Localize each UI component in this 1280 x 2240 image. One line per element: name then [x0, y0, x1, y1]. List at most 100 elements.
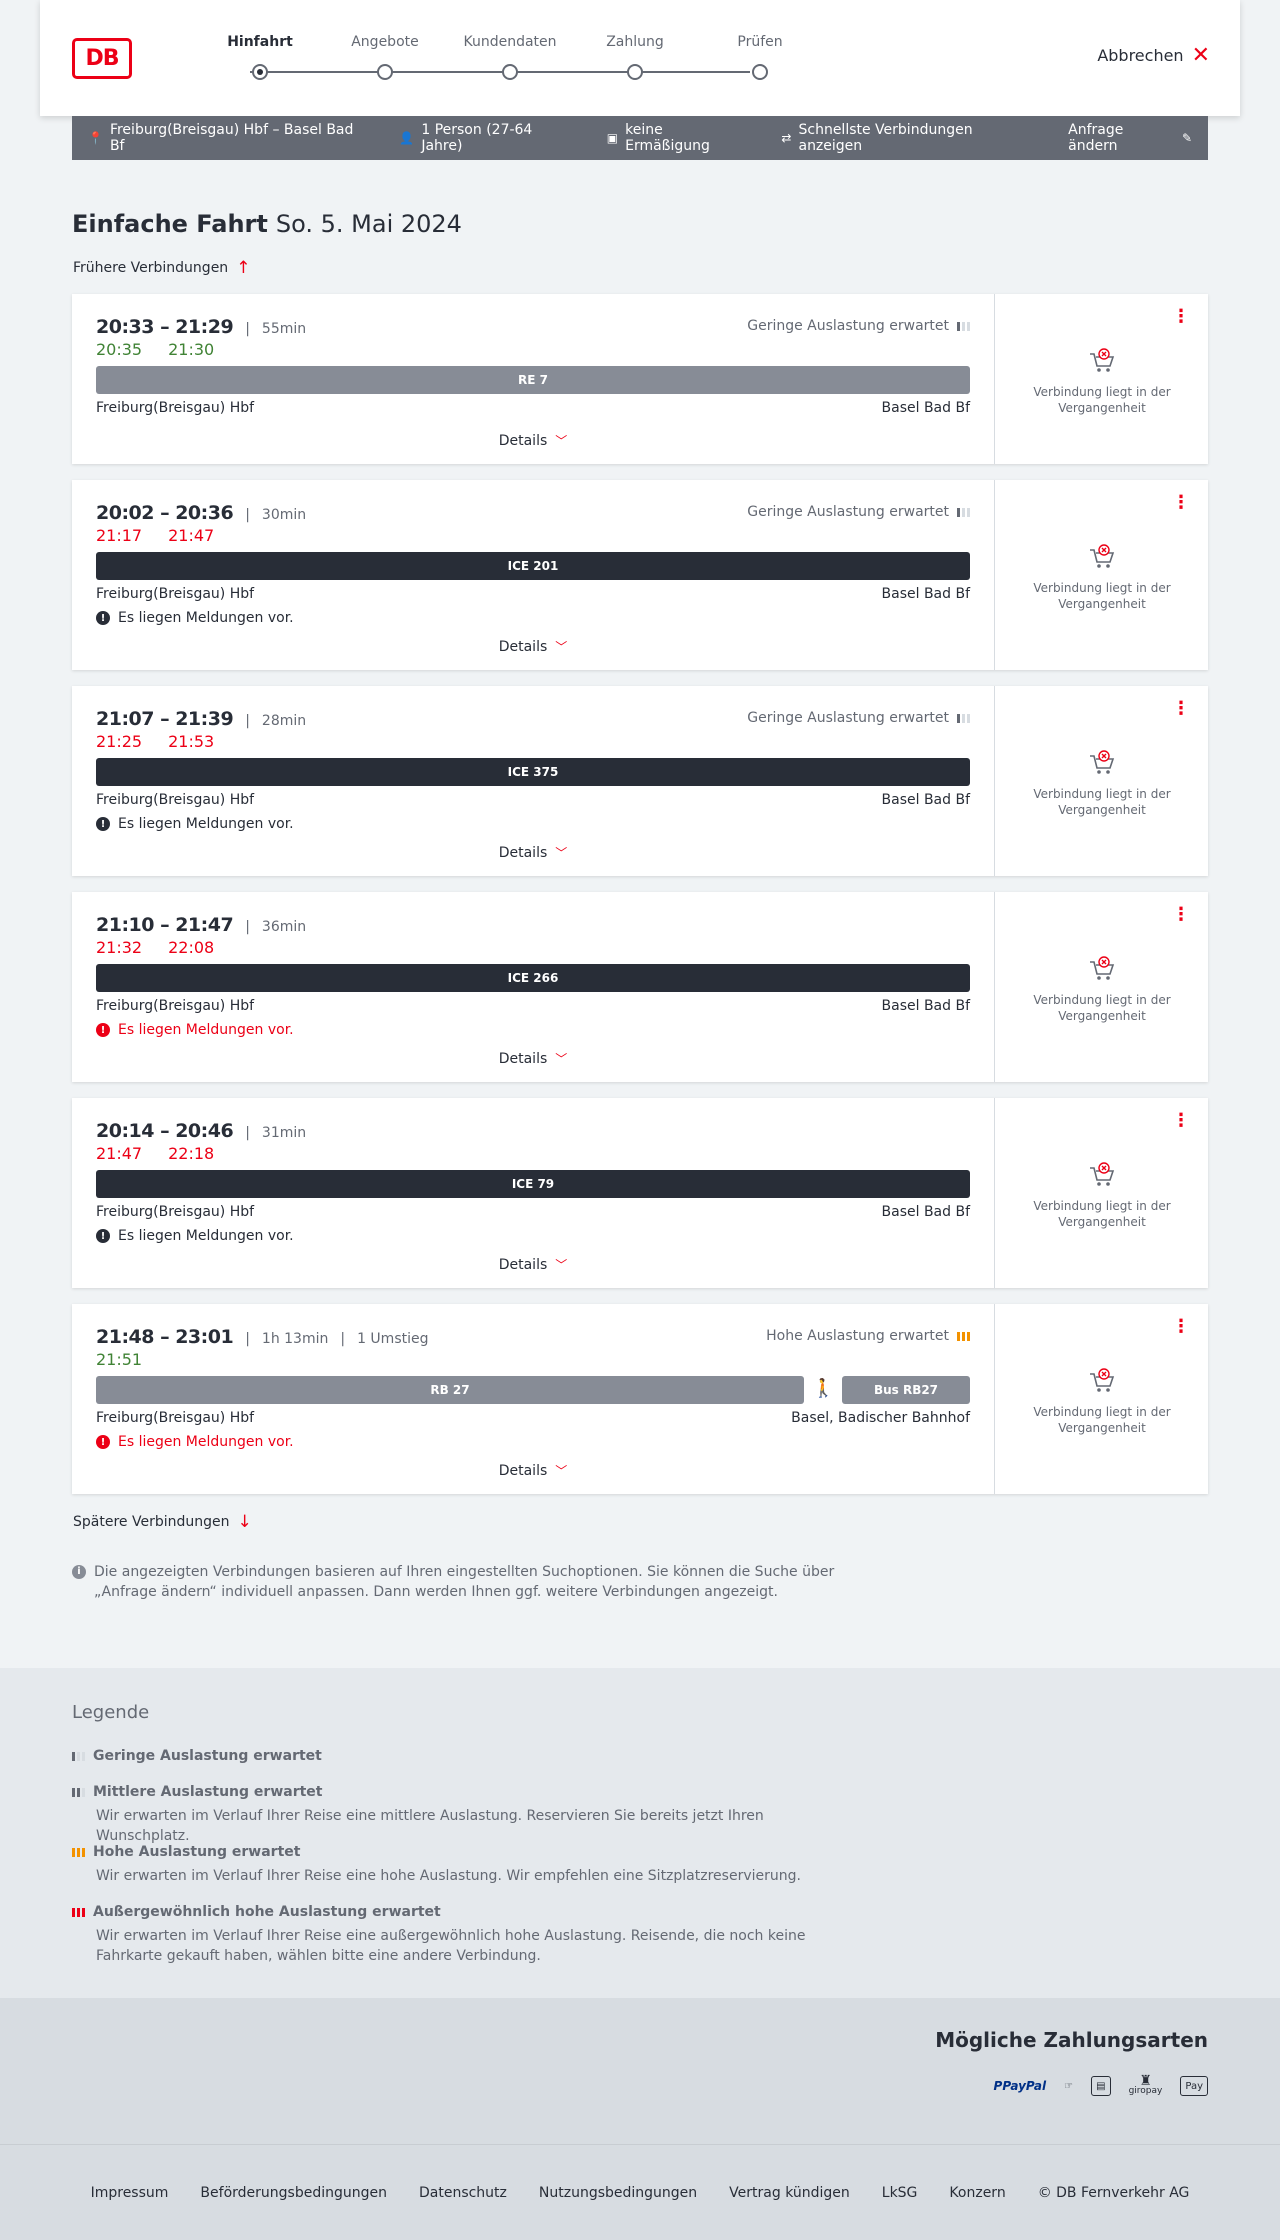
connection-times: 20:14 – 20:46 | 31min: [96, 1120, 306, 1142]
step-label: Angebote: [351, 34, 419, 50]
realtime-arrival: 21:53: [168, 732, 215, 751]
legend-item-text: Wir erwarten im Verlauf Ihrer Reise eine…: [96, 1868, 801, 1884]
giropay-label: giropay: [1128, 2086, 1163, 2096]
duration: 31min: [261, 1125, 307, 1141]
more-options-icon[interactable]: ⋮: [1172, 1112, 1190, 1130]
location-pin-icon: 📍: [88, 131, 103, 145]
more-options-icon[interactable]: ⋮: [1172, 494, 1190, 512]
past-connection-notice: Verbindung liegt in der Vergangenheit: [995, 750, 1209, 818]
footer-link-nutzungsbedingungen[interactable]: Nutzungsbedingungen: [539, 2185, 697, 2201]
apple-pay-label: Pay: [1185, 2080, 1203, 2092]
step-kundendaten[interactable]: Kundendaten: [460, 34, 560, 80]
more-options-icon[interactable]: ⋮: [1172, 308, 1190, 326]
offer-panel: ⋮ Verbindung liegt in der Vergangenheit: [994, 1304, 1208, 1494]
contactless-card-icon: ☞: [1064, 2080, 1074, 2092]
past-text: Verbindung liegt in der Vergangenheit: [1033, 1405, 1171, 1435]
footer-link-impressum[interactable]: Impressum: [91, 2185, 169, 2201]
realtime-arrival: 21:47: [168, 526, 215, 545]
details-toggle[interactable]: Details ﹀: [72, 432, 994, 449]
step-zahlung[interactable]: Zahlung: [585, 34, 685, 80]
edit-request-button[interactable]: Anfrage ändern ✎: [1068, 122, 1192, 154]
footer-link-vertrag-kuendigen[interactable]: Vertrag kündigen: [729, 2185, 850, 2201]
chevron-down-icon: ﹀: [555, 846, 568, 860]
connection-card[interactable]: 21:48 – 23:01 | 1h 13min | 1 Umstieg Hohe Au…: [72, 1304, 1208, 1494]
notice-message[interactable]: ! Es liegen Meldungen vor.: [96, 1434, 294, 1450]
connection-card[interactable]: 21:10 – 21:47 | 36min 21:32 22:08 ICE 266 F…: [72, 892, 1208, 1082]
notice-message[interactable]: ! Es liegen Meldungen vor.: [96, 816, 294, 832]
details-toggle[interactable]: Details ﹀: [72, 844, 994, 861]
details-label: Details: [498, 638, 548, 655]
bus-label: Bus RB27: [873, 1383, 939, 1397]
earlier-connections-link[interactable]: Frühere Verbindungen ↑: [73, 258, 250, 278]
step-pruefen[interactable]: Prüfen: [710, 34, 810, 80]
more-options-icon[interactable]: ⋮: [1172, 1318, 1190, 1336]
connection-main: 21:48 – 23:01 | 1h 13min | 1 Umstieg Hohe Au…: [72, 1304, 994, 1494]
train-segment[interactable]: ICE 201: [96, 552, 970, 580]
legend-item-title: Geringe Auslastung erwartet: [93, 1748, 322, 1764]
details-toggle[interactable]: Details ﹀: [72, 1050, 994, 1067]
apple-pay-icon: Pay: [1180, 2076, 1208, 2096]
realtime-times: 21:25 21:53: [96, 732, 214, 751]
notice-text: Es liegen Meldungen vor.: [118, 1434, 294, 1450]
offer-panel: ⋮ Verbindung liegt in der Vergangenheit: [994, 480, 1208, 670]
notice-message[interactable]: ! Es liegen Meldungen vor.: [96, 1022, 294, 1038]
occupancy-indicator: Geringe Auslastung erwartet: [747, 504, 970, 520]
discount-summary: ▣ keine Ermäßigung: [607, 122, 750, 154]
connection-card[interactable]: 20:02 – 20:36 | 30min Geringe Auslastung e…: [72, 480, 1208, 670]
bahncard-icon: ▣: [606, 131, 619, 145]
separator: |: [245, 1125, 250, 1141]
connection-times: 21:10 – 21:47 | 36min: [96, 914, 306, 936]
step-dot: [627, 64, 643, 80]
bus-segment[interactable]: Bus RB27: [842, 1376, 970, 1404]
payment-icons: P PayPal ☞ ▤ ♜ giropay Pay: [994, 2074, 1208, 2098]
destination-station: Basel, Badischer Bahnhof: [791, 1410, 970, 1426]
occupancy-indicator: Hohe Auslastung erwartet: [766, 1328, 970, 1344]
train-segment[interactable]: RB 27: [96, 1376, 804, 1404]
search-info-note: i Die angezeigten Verbindungen basieren a…: [72, 1562, 852, 1602]
separator: |: [245, 321, 250, 337]
footer-link-befoerderungsbedingungen[interactable]: Beförderungsbedingungen: [200, 2185, 387, 2201]
details-toggle[interactable]: Details ﹀: [72, 638, 994, 655]
separator: |: [245, 919, 250, 935]
details-toggle[interactable]: Details ﹀: [72, 1462, 994, 1479]
footer-link-datenschutz[interactable]: Datenschutz: [419, 2185, 507, 2201]
connection-card[interactable]: 20:14 – 20:46 | 31min 21:47 22:18 ICE 79 Fr…: [72, 1098, 1208, 1288]
more-options-icon[interactable]: ⋮: [1172, 700, 1190, 718]
train-label: ICE 79: [511, 1177, 555, 1191]
train-segment[interactable]: ICE 79: [96, 1170, 970, 1198]
occupancy-indicator: Geringe Auslastung erwartet: [747, 318, 970, 334]
later-connections-link[interactable]: Spätere Verbindungen ↓: [73, 1512, 252, 1532]
notice-message[interactable]: ! Es liegen Meldungen vor.: [96, 1228, 294, 1244]
footer-copyright: © DB Fernverkehr AG: [1037, 2184, 1190, 2201]
duration: 1h 13min: [261, 1331, 329, 1347]
train-label: ICE 201: [507, 559, 559, 573]
train-label: RE 7: [518, 373, 548, 387]
notice-message[interactable]: ! Es liegen Meldungen vor.: [96, 610, 294, 626]
offer-panel: ⋮ Verbindung liegt in der Vergangenheit: [994, 294, 1208, 464]
train-segment[interactable]: ICE 266: [96, 964, 970, 992]
details-toggle[interactable]: Details ﹀: [72, 1256, 994, 1273]
cancel-button[interactable]: Abbrechen ✕: [1097, 44, 1210, 66]
train-segment[interactable]: ICE 375: [96, 758, 970, 786]
footer-link-konzern[interactable]: Konzern: [949, 2185, 1005, 2201]
legend-item-text: Wir erwarten im Verlauf Ihrer Reise eine…: [96, 1928, 806, 1964]
step-angebote[interactable]: Angebote: [335, 34, 435, 80]
fastest-toggle[interactable]: ⇄ Schnellste Verbindungen anzeigen: [781, 122, 1036, 154]
train-segment[interactable]: RE 7: [96, 366, 970, 394]
more-options-icon[interactable]: ⋮: [1172, 906, 1190, 924]
db-logo[interactable]: DB: [72, 38, 132, 79]
arrow-up-icon: ↑: [236, 258, 251, 278]
connection-times: 21:07 – 21:39 | 28min: [96, 708, 306, 730]
past-connection-notice: Verbindung liegt in der Vergangenheit: [995, 544, 1209, 612]
swap-arrows-icon: ⇄: [781, 131, 792, 145]
exclamation-icon: !: [96, 1229, 110, 1243]
legend-item-title: Hohe Auslastung erwartet: [93, 1844, 301, 1860]
footer-link-lksg[interactable]: LkSG: [882, 2185, 918, 2201]
occupancy-high-icon: [72, 1847, 85, 1857]
connection-card[interactable]: 20:33 – 21:29 | 55min Geringe Auslastung e…: [72, 294, 1208, 464]
details-label: Details: [498, 1050, 548, 1067]
paypal-icon: P PayPal: [993, 2079, 1047, 2093]
step-hinfahrt[interactable]: Hinfahrt: [210, 34, 310, 80]
step-dot: [377, 64, 393, 80]
connection-card[interactable]: 21:07 – 21:39 | 28min Geringe Auslastung e…: [72, 686, 1208, 876]
